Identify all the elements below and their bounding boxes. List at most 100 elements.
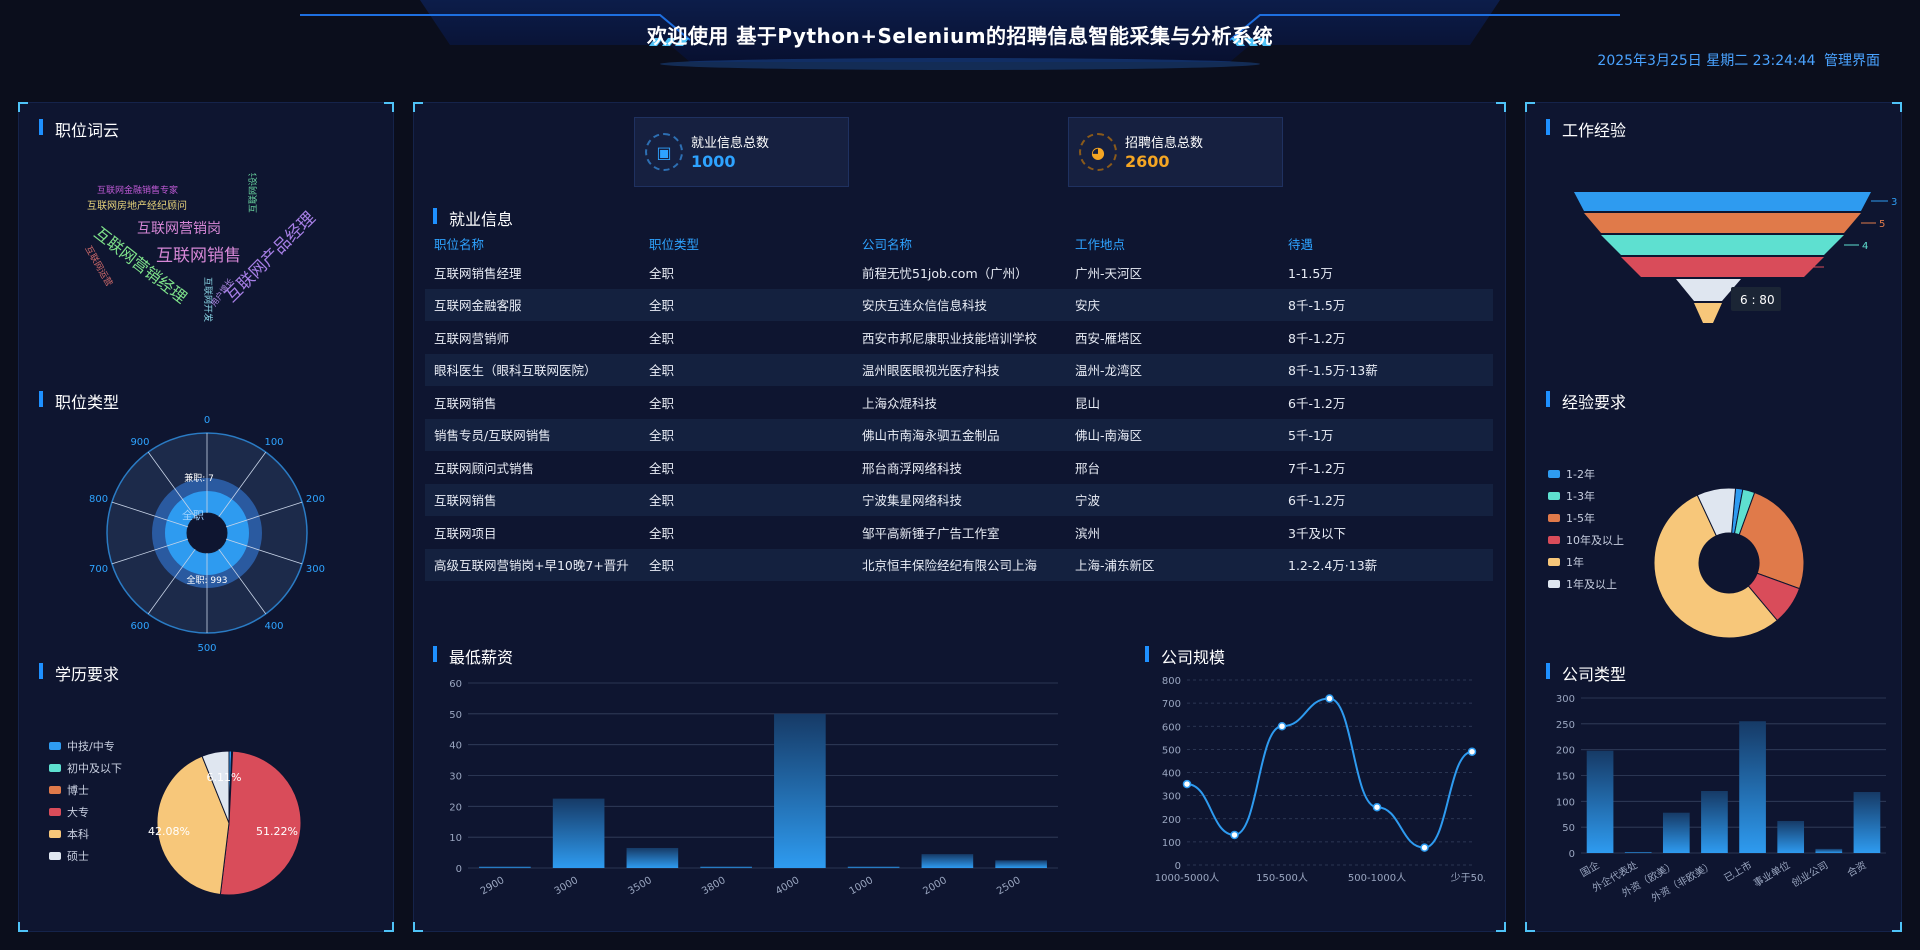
data-point (1325, 694, 1334, 703)
tick-label: 3000 (553, 875, 581, 897)
tick-label: 200 (306, 494, 325, 505)
stat-card-recruit: ◕ 招聘信息总数 2600 (1068, 117, 1283, 187)
table-cell: 互联网金融客服 (425, 288, 640, 321)
table-header-row: 职位名称 职位类型 公司名称 工作地点 待遇 (425, 230, 1493, 256)
table-row[interactable]: 互联网销售 全职 宁波集星网络科技 宁波 6千-1.2万 (425, 483, 1493, 516)
dashboard: 欢迎使用 基于Python+Selenium的招聘信息智能采集与分析系统 202… (0, 0, 1920, 950)
tick-label: 0 (1569, 849, 1575, 860)
table-cell: 1.2-2.4万·13薪 (1279, 548, 1493, 581)
table-cell: 上海众焜科技 (862, 395, 938, 411)
funnel-label: 4 (1862, 241, 1868, 252)
bar (774, 713, 826, 868)
tick-label: 150-500人 (1256, 872, 1308, 884)
table-cell: 全职 (649, 460, 675, 476)
bar (1586, 750, 1614, 853)
series-label: 全职 (182, 508, 204, 522)
jobtype-title: 职位类型 (39, 389, 119, 413)
tick-label: 国企 (1578, 858, 1602, 879)
tick-label: 事业单位 (1751, 858, 1792, 889)
table-row[interactable]: 互联网销售经理 全职 前程无忧51job.com（广州） 广州-天河区 1-1.5万 (425, 256, 1493, 289)
table-row[interactable]: 互联网金融客服 全职 安庆互连众信信息科技 安庆 8千-1.5万 (425, 288, 1493, 321)
bar (1662, 812, 1690, 853)
bar (1701, 791, 1728, 853)
tick-label: 3500 (626, 875, 654, 897)
table-row[interactable]: 互联网顾问式销售 全职 邢台商浮网络科技 邢台 7千-1.2万 (425, 451, 1493, 484)
tick-label: 60 (449, 679, 462, 690)
tick-label: 0 (204, 415, 210, 426)
page-title: 欢迎使用 基于Python+Selenium的招聘信息智能采集与分析系统 (646, 24, 1274, 48)
table-cell: 宁波集星网络科技 (853, 483, 1066, 516)
stat-value: 1000 (691, 152, 736, 171)
table-row[interactable]: 互联网营销师 全职 西安市邦尼康职业技能培训学校 西安-雁塔区 8千-1.2万 (425, 321, 1493, 354)
table-cell: 邹平高新锤子广告工作室 (862, 525, 1000, 541)
admin-link[interactable]: 管理界面 (1824, 53, 1880, 69)
table-cell: 互联网销售经理 (434, 265, 522, 281)
table-cell: 前程无忧51job.com（广州） (862, 265, 1028, 281)
jobs-table: 职位名称 职位类型 公司名称 工作地点 待遇 互联网销售经理 全职 前程无忧51jo… (425, 230, 1493, 581)
table-cell: 昆山 (1075, 395, 1101, 411)
table-cell: 5千-1万 (1279, 418, 1493, 451)
jobtype-polar-chart: 0 100 200 300 400 500 600 700 800 900 兼职: 7 全职全职: 9… (89, 415, 325, 654)
header: 欢迎使用 基于Python+Selenium的招聘信息智能采集与分析系统 202… (0, 0, 1920, 90)
tick-label: 500-1000人 (1348, 872, 1406, 884)
header-datetime-bar: 2025年3月25日 星期二 23:24:44 管理界面 (1593, 50, 1880, 70)
table-cell: 8千-1.5万 (1279, 288, 1493, 321)
col-header: 职位类型 (649, 236, 700, 252)
tick-label: 500 (197, 643, 216, 654)
funnel-layer (1601, 235, 1844, 255)
col-header: 职位名称 (434, 236, 485, 252)
table-cell: 全职 (649, 265, 675, 281)
table-cell: 全职 (640, 483, 853, 516)
table-cell: 广州-天河区 (1075, 265, 1143, 281)
table-cell: 3千及以下 (1288, 525, 1346, 541)
table-cell: 西安市邦尼康职业技能培训学校 (862, 330, 1038, 346)
bar (479, 866, 531, 868)
tick-label: 250 (1556, 720, 1575, 731)
table-cell: 温州眼医眼视光医疗科技 (853, 353, 1066, 386)
table-row[interactable]: 眼科医生（眼科互联网医院） 全职 温州眼医眼视光医疗科技 温州-龙湾区 8千-1.5万·… (425, 353, 1493, 386)
tick-label: 200 (1162, 815, 1181, 826)
jobs-table-body: 互联网销售经理 全职 前程无忧51job.com（广州） 广州-天河区 1-1.5万 互联… (425, 256, 1493, 581)
data-point (1467, 747, 1477, 756)
bar (1853, 792, 1881, 853)
tick-label: 700 (1162, 699, 1181, 710)
series-label: 全职: 993 (186, 574, 227, 586)
table-cell: 全职 (649, 525, 675, 541)
wordcloud-title: 职位词云 (39, 117, 119, 141)
table-cell: 全职 (640, 353, 853, 386)
table-cell: 邢台 (1075, 460, 1101, 476)
table-row[interactable]: 销售专员/互联网销售 全职 佛山市南海永驷五金制品 佛山-南海区 5千-1万 (425, 418, 1493, 451)
bar (552, 798, 605, 868)
bar (847, 866, 900, 868)
table-cell: 安庆 (1066, 288, 1279, 321)
tick-label: 900 (130, 437, 149, 448)
companysize-line-chart: 0 100 200 300 400 500 600 700 800 1000-5000人 150-5… (1155, 676, 1485, 884)
tick-label: 创业公司 (1789, 858, 1830, 889)
edu-title: 学历要求 (39, 661, 119, 685)
edu-pie-chart: 6.11% 51.22% 42.08% (148, 750, 302, 896)
stat-label: 就业信息总数 (691, 136, 770, 151)
tick-label: 100 (264, 437, 283, 448)
tick-label: 300 (1162, 792, 1181, 803)
tick-label: 800 (1162, 676, 1181, 687)
pie-icon: ◕ (1079, 133, 1117, 171)
col-header: 待遇 (1288, 236, 1314, 252)
stat-value: 2600 (1125, 152, 1170, 171)
tick-label: 700 (89, 564, 108, 575)
tick-label: 1000-5000人 (1155, 872, 1220, 884)
tick-label: 3800 (700, 875, 728, 897)
funnel-layer (1574, 192, 1871, 211)
tick-label: 800 (89, 494, 108, 505)
tick-label: 合资 (1845, 858, 1869, 879)
bar (1624, 851, 1652, 853)
building-icon: ▣ (645, 133, 683, 171)
funnel-layer (1694, 303, 1722, 323)
table-row[interactable]: 高级互联网营销岗+早10晚7+晋升 全职 北京恒丰保险经纪有限公司上海 上海-浦东新区… (425, 548, 1493, 581)
tick-label: 外资（非欧美） (1649, 858, 1716, 904)
table-cell: 佛山-南海区 (1066, 418, 1279, 451)
table-row[interactable]: 互联网项目 全职 邹平高新锤子广告工作室 滨州 3千及以下 (425, 516, 1493, 549)
table-row[interactable]: 互联网销售 全职 上海众焜科技 昆山 6千-1.2万 (425, 386, 1493, 419)
funnel-label: 5 (1879, 219, 1885, 230)
word: 互联网房地产经纪顾问 (87, 199, 187, 212)
companytype-bar-chart: 050100150200250300国企外企代表处外资（欧美）外资（非欧美） 已上… (1556, 694, 1886, 905)
